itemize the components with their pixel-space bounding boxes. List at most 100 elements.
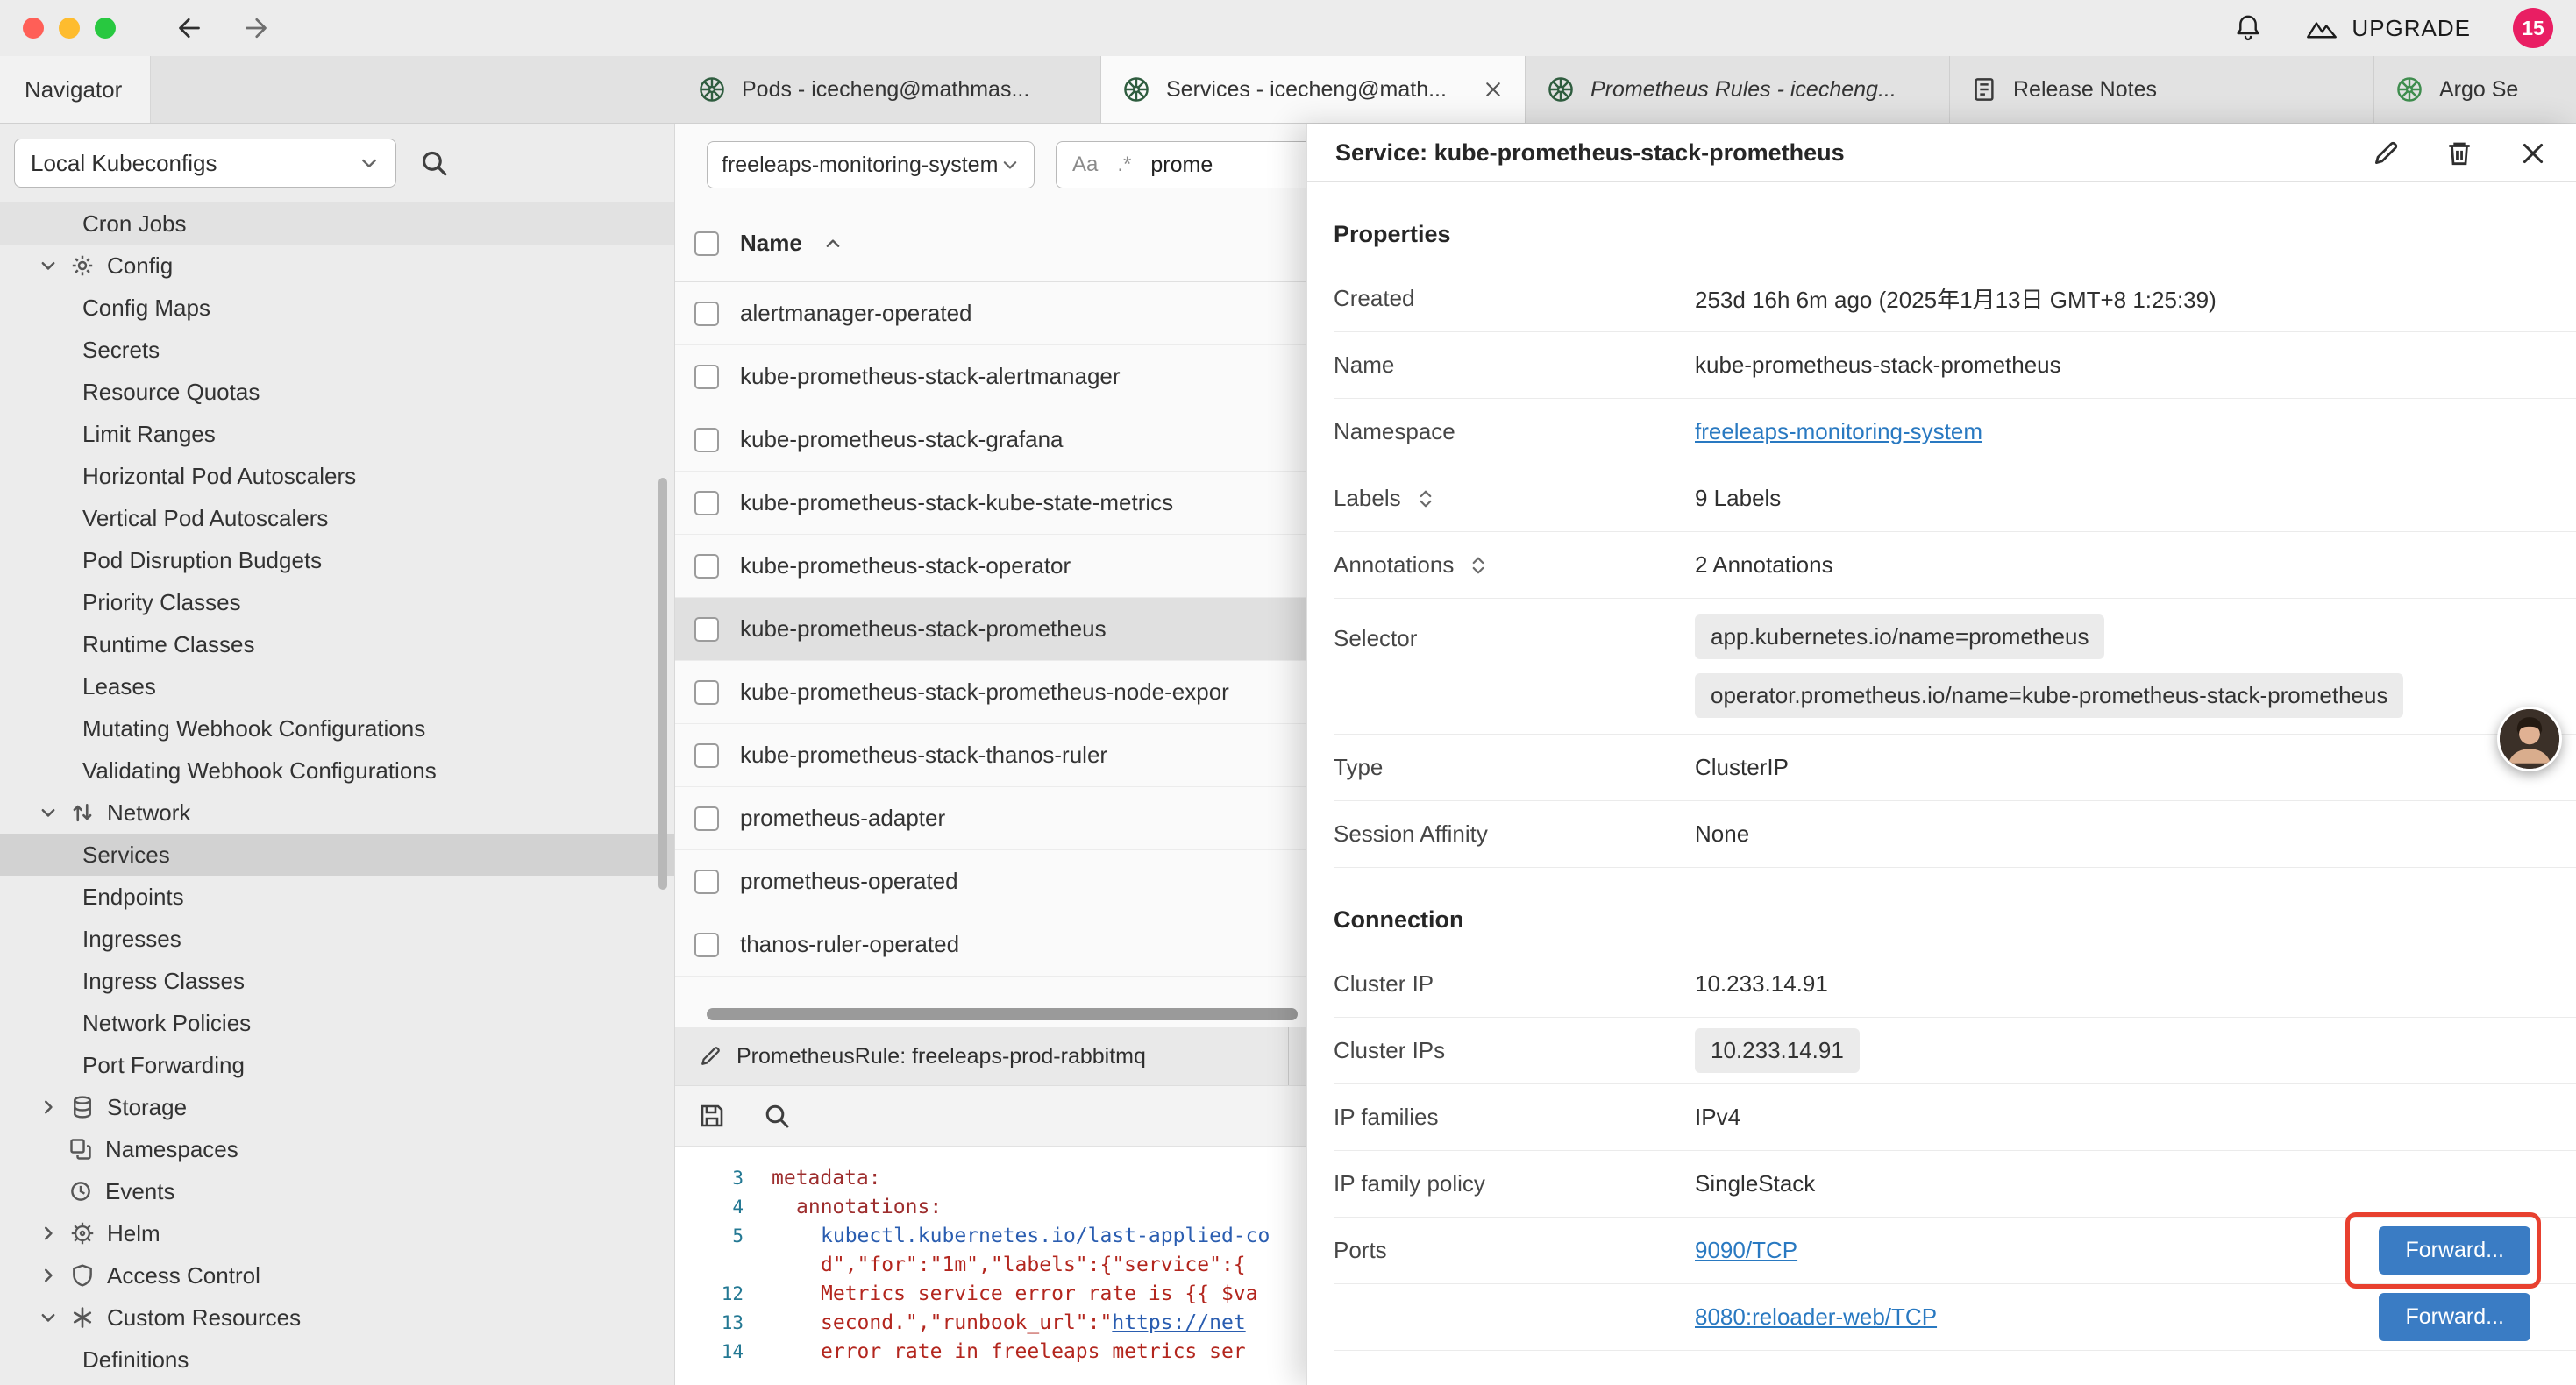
sidebar-scrollbar-thumb[interactable] [658,478,667,890]
sidebar-group-access-control[interactable]: Access Control [0,1254,674,1296]
port-link-9090[interactable]: 9090/TCP [1695,1237,1797,1264]
sidebar-item-ingress-classes[interactable]: Ingress Classes [0,960,674,1002]
search-query-text: prome [1150,153,1213,178]
minimize-window-button[interactable] [59,18,80,39]
name-value: kube-prometheus-stack-prometheus [1695,352,2061,379]
row-checkbox[interactable] [694,680,719,705]
notification-count-badge[interactable]: 15 [2513,8,2553,48]
detail-row-selector: Selector app.kubernetes.io/name=promethe… [1334,599,2576,735]
sidebar-item-priority-classes[interactable]: Priority Classes [0,581,674,623]
navigator-panel-tab[interactable]: Navigator [0,56,151,123]
forward-button-8080[interactable]: Forward... [2379,1293,2530,1341]
tab-label: Argo Se [2439,77,2518,103]
port-link-8080[interactable]: 8080:reloader-web/TCP [1695,1303,1937,1331]
sidebar-item-leases[interactable]: Leases [0,665,674,707]
detail-row-ip-family-policy: IP family policy SingleStack [1334,1151,2576,1218]
sidebar-item-ingresses[interactable]: Ingresses [0,918,674,960]
save-button[interactable] [698,1102,726,1130]
row-checkbox[interactable] [694,617,719,642]
tab-release-notes[interactable]: Release Notes [1950,56,2374,123]
kubeconfig-selector[interactable]: Local Kubeconfigs [14,138,396,188]
row-checkbox[interactable] [694,806,719,831]
annotations-expand-icon[interactable] [1468,555,1489,576]
item-label: Endpoints [82,884,184,911]
sidebar-item-runtime-classes[interactable]: Runtime Classes [0,623,674,665]
close-window-button[interactable] [23,18,44,39]
detail-row-name: Name kube-prometheus-stack-prometheus [1334,332,2576,399]
tab-label: Prometheus Rules - icecheng... [1590,77,1896,103]
sidebar-item-vertical-pod-autoscalers[interactable]: Vertical Pod Autoscalers [0,497,674,539]
support-avatar[interactable] [2497,707,2562,771]
sidebar-item-definitions[interactable]: Definitions [0,1339,674,1381]
notifications-bell-icon[interactable] [2232,12,2264,44]
edit-button[interactable] [2371,138,2401,168]
line-number [675,1251,772,1280]
line-number: 14 [675,1338,772,1367]
regex-icon[interactable]: .* [1117,153,1131,177]
upgrade-button[interactable]: UPGRADE [2306,15,2471,42]
close-tab-icon[interactable] [1483,79,1504,100]
select-all-checkbox[interactable] [694,231,719,256]
dock-tab-prometheusrule[interactable]: PrometheusRule: freeleaps-prod-rabbitmq [675,1027,1289,1085]
sidebar-item-horizontal-pod-autoscalers[interactable]: Horizontal Pod Autoscalers [0,455,674,497]
sidebar-item-validating-webhook-configurations[interactable]: Validating Webhook Configurations [0,749,674,792]
namespace-link[interactable]: freeleaps-monitoring-system [1695,418,1982,445]
sidebar-item-resource-quotas[interactable]: Resource Quotas [0,371,674,413]
row-checkbox[interactable] [694,933,719,957]
sidebar-item-pod-disruption-budgets[interactable]: Pod Disruption Budgets [0,539,674,581]
sidebar-item-secrets[interactable]: Secrets [0,329,674,371]
line-number: 3 [675,1164,772,1193]
tab-services[interactable]: Services - icecheng@math... [1101,56,1526,123]
row-checkbox[interactable] [694,554,719,579]
item-label: Leases [82,673,156,700]
sidebar-group-network[interactable]: Network [0,792,674,834]
close-drawer-button[interactable] [2518,138,2548,168]
forward-button[interactable] [240,12,272,44]
sort-ascending-icon[interactable] [823,234,843,253]
sidebar-item-config-maps[interactable]: Config Maps [0,287,674,329]
code-text: d","for":"1m","labels":{"service":{ [772,1251,1246,1280]
detail-row-namespace: Namespace freeleaps-monitoring-system [1334,399,2576,465]
back-button[interactable] [174,12,205,44]
tab-pods[interactable]: Pods - icecheng@mathmas... [677,56,1101,123]
detail-row-type: Type ClusterIP [1334,735,2576,801]
row-checkbox[interactable] [694,491,719,515]
sidebar-item-network-policies[interactable]: Network Policies [0,1002,674,1044]
sidebar-item-limit-ranges[interactable]: Limit Ranges [0,413,674,455]
sidebar-item-events[interactable]: Events [0,1170,674,1212]
tab-prometheus-rules[interactable]: Prometheus Rules - icecheng... [1526,56,1950,123]
sidebar-item-endpoints[interactable]: Endpoints [0,876,674,918]
window-controls [23,18,116,39]
namespace-filter-value: freeleaps-monitoring-system [722,153,998,178]
item-label: Access Control [107,1262,260,1289]
delete-button[interactable] [2444,138,2474,168]
match-case-icon[interactable]: Aa [1072,153,1098,177]
horizontal-scrollbar-thumb[interactable] [707,1008,1298,1020]
sidebar-search-icon[interactable] [419,148,449,178]
forward-button-9090[interactable]: Forward... [2379,1226,2530,1275]
created-value: 253d 16h 6m ago (2025年1月13日 GMT+8 1:25:3… [1695,282,2217,315]
row-checkbox[interactable] [694,428,719,452]
name-column-header[interactable]: Name [740,230,802,257]
sidebar-item-cron-jobs[interactable]: Cron Jobs [0,202,674,245]
annotations-label: Annotations [1334,551,1454,579]
sidebar-group-storage[interactable]: Storage [0,1086,674,1128]
namespace-filter[interactable]: freeleaps-monitoring-system [707,141,1035,188]
sidebar-group-helm[interactable]: Helm [0,1212,674,1254]
sidebar-group-custom-resources[interactable]: Custom Resources [0,1296,674,1339]
labels-expand-icon[interactable] [1415,488,1436,509]
sidebar-group-config[interactable]: Config [0,245,674,287]
row-checkbox[interactable] [694,302,719,326]
service-name: alertmanager-operated [740,300,972,327]
item-label: Custom Resources [107,1304,301,1332]
zoom-window-button[interactable] [95,18,116,39]
tab-argo[interactable]: Argo Se [2374,56,2576,123]
row-checkbox[interactable] [694,365,719,389]
sidebar-item-namespaces[interactable]: Namespaces [0,1128,674,1170]
sidebar-item-port-forwarding[interactable]: Port Forwarding [0,1044,674,1086]
row-checkbox[interactable] [694,870,719,894]
editor-search-button[interactable] [763,1102,791,1130]
sidebar-item-mutating-webhook-configurations[interactable]: Mutating Webhook Configurations [0,707,674,749]
sidebar-item-services[interactable]: Services [0,834,674,876]
row-checkbox[interactable] [694,743,719,768]
